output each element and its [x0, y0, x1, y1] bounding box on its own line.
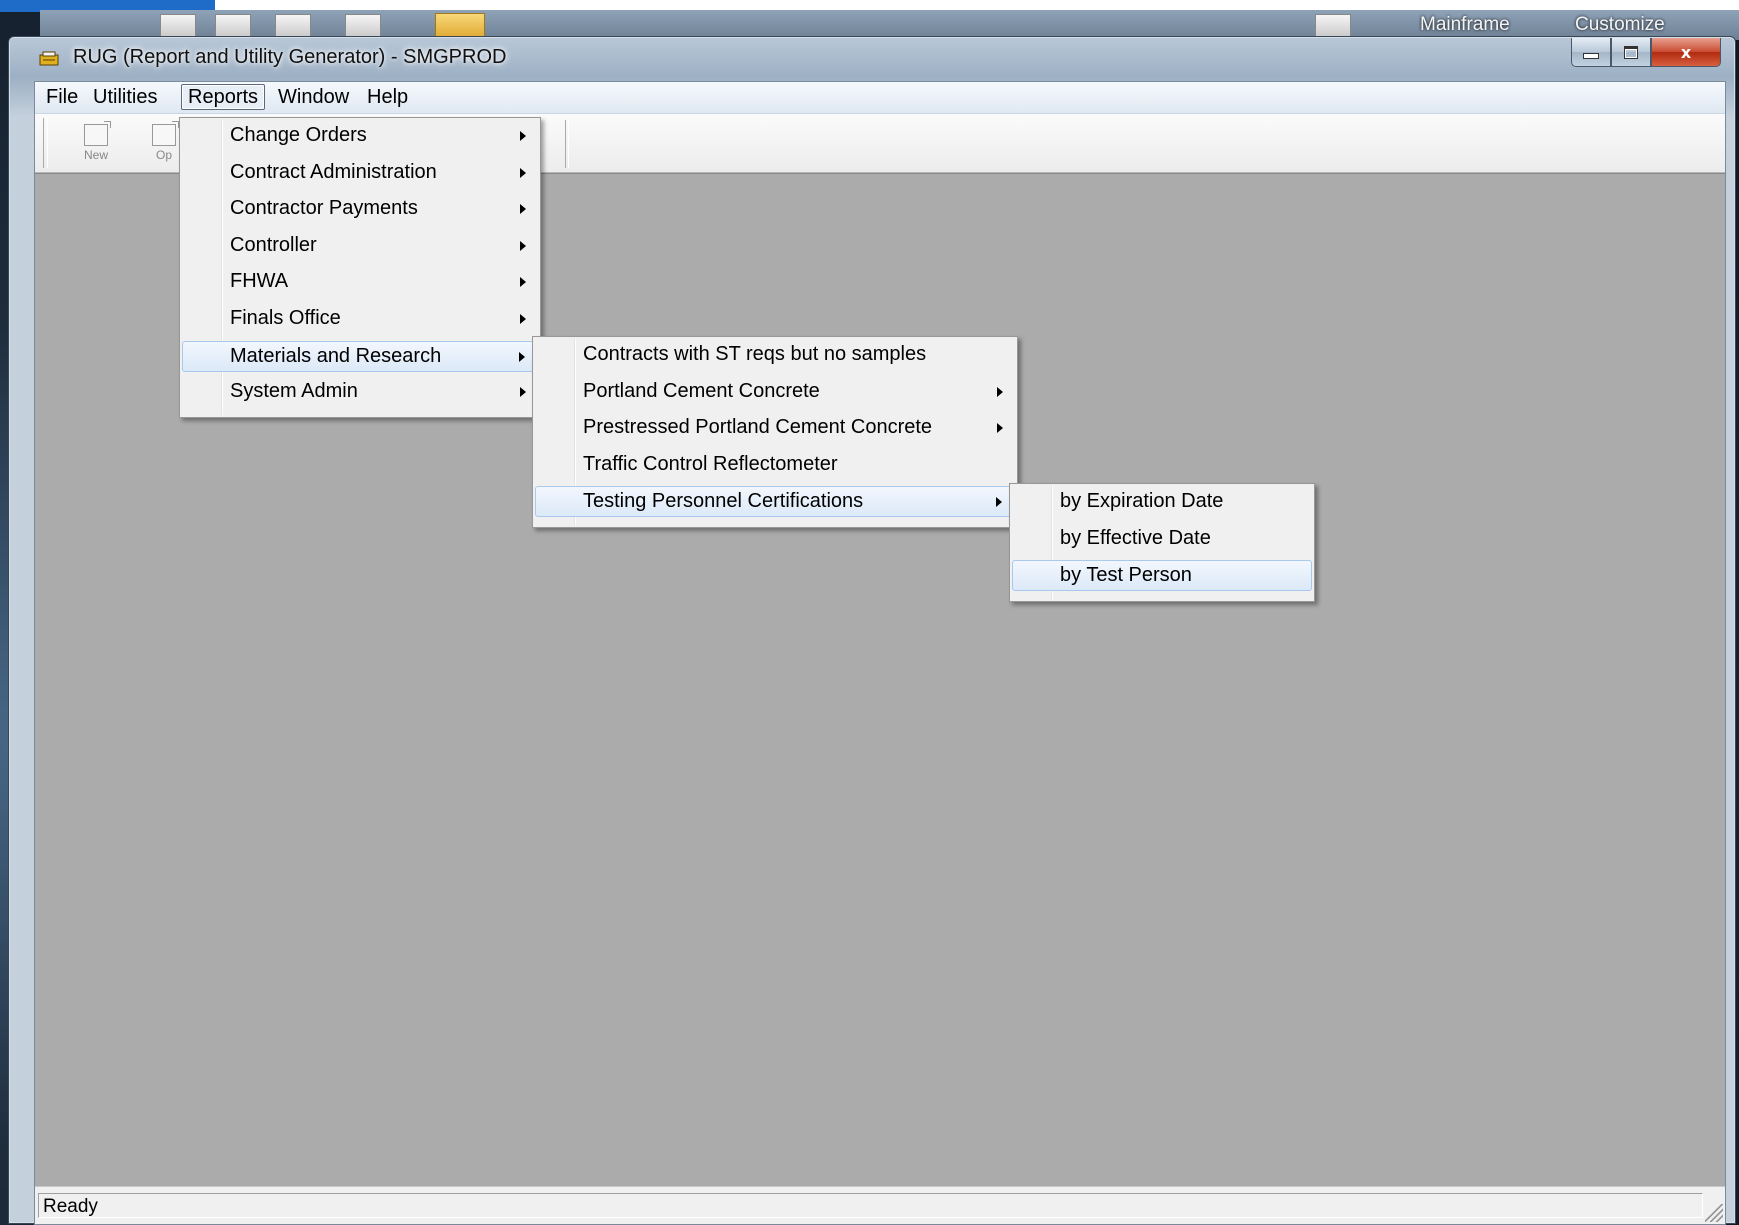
caption-buttons: x — [1571, 38, 1721, 68]
new-document-icon — [84, 121, 111, 146]
reports-menu-item[interactable]: Contractor Payments — [182, 194, 538, 225]
desktop-file-icon[interactable] — [160, 14, 196, 38]
resize-grip-icon[interactable] — [1705, 1204, 1723, 1222]
certifications-menu-item-label: by Expiration Date — [1060, 490, 1224, 512]
minimize-icon — [1583, 53, 1599, 59]
menu-utilities[interactable]: Utilities — [87, 85, 163, 109]
submenu-arrow-icon — [520, 167, 526, 178]
menu-help[interactable]: Help — [361, 85, 414, 109]
materials-menu-item-label: Traffic Control Reflectometer — [583, 452, 838, 475]
menu-window[interactable]: Window — [272, 85, 355, 109]
reports-menu-item-label: Materials and Research — [230, 344, 442, 367]
toolbar-separator — [565, 120, 569, 168]
materials-menu-item[interactable]: Testing Personnel Certifications — [535, 486, 1015, 518]
desktop-top-strip — [0, 0, 1739, 12]
reports-menu-item-label: FHWA — [230, 270, 289, 293]
materials-menu-item-label: Prestressed Portland Cement Concrete — [583, 416, 933, 439]
menu-bar: File Utilities Reports Window Help — [35, 82, 1725, 114]
toolbar-new-button[interactable]: New — [71, 120, 121, 166]
materials-menu-item-label: Contracts with ST reqs but no samples — [583, 343, 927, 365]
reports-menu-item[interactable]: FHWA — [182, 267, 538, 298]
submenu-arrow-icon — [520, 314, 526, 324]
status-bar: Ready — [35, 1186, 1725, 1224]
reports-dropdown: Change Orders Contract Administration Cont… — [179, 117, 541, 418]
menu-reports[interactable]: Reports — [181, 84, 266, 110]
reports-menu-item-label: Contractor Payments — [230, 197, 418, 220]
materials-menu-item-label: Portland Cement Concrete — [583, 379, 820, 402]
desktop-file-icon[interactable] — [345, 14, 381, 38]
materials-menu-item[interactable]: Traffic Control Reflectometer — [535, 450, 1015, 481]
toolbar-grip[interactable] — [43, 118, 48, 168]
certifications-menu-item-label: by Effective Date — [1060, 526, 1211, 549]
menu-file[interactable]: File — [40, 85, 84, 109]
reports-menu-item[interactable]: Contract Administration — [182, 158, 538, 189]
submenu-arrow-icon — [519, 351, 525, 362]
submenu-arrow-icon — [996, 497, 1002, 508]
app-icon — [39, 51, 59, 66]
close-button[interactable]: x — [1651, 38, 1721, 67]
reports-menu-item-label: Controller — [230, 233, 317, 256]
minimize-button[interactable] — [1571, 38, 1611, 67]
materials-research-submenu: Contracts with ST reqs but no samples Por… — [532, 336, 1018, 528]
certifications-menu-item[interactable]: by Expiration Date — [1012, 487, 1312, 518]
open-icon — [152, 121, 179, 146]
maximize-button[interactable] — [1611, 38, 1651, 67]
reports-menu-item[interactable]: Finals Office — [182, 304, 538, 335]
reports-menu-item-label: Contract Administration — [230, 160, 437, 183]
certifications-menu-item-label: by Test Person — [1060, 564, 1192, 587]
certifications-menu-item[interactable]: by Test Person — [1012, 560, 1312, 592]
status-text: Ready — [38, 1193, 1703, 1218]
materials-menu-item-label: Testing Personnel Certifications — [583, 490, 864, 513]
materials-menu-item[interactable]: Contracts with ST reqs but no samples — [535, 340, 1015, 371]
reports-menu-item[interactable]: Materials and Research — [182, 340, 538, 372]
reports-menu-item[interactable]: System Admin — [182, 377, 538, 408]
title-bar[interactable]: RUG (Report and Utility Generator) - SMG… — [9, 37, 1735, 81]
reports-menu-item-label: Finals Office — [230, 307, 341, 329]
submenu-arrow-icon — [520, 131, 526, 141]
desktop-label-mainframe[interactable]: Mainframe — [1420, 14, 1510, 36]
submenu-arrow-icon — [520, 277, 526, 288]
submenu-arrow-icon — [520, 387, 526, 398]
materials-menu-item[interactable]: Portland Cement Concrete — [535, 377, 1015, 408]
toolbar-open-label: Op — [155, 148, 172, 162]
desktop-label-customize[interactable]: Customize — [1575, 14, 1665, 36]
submenu-arrow-icon — [997, 386, 1003, 397]
desktop-file-icon[interactable] — [215, 14, 251, 38]
submenu-arrow-icon — [997, 423, 1003, 434]
submenu-arrow-icon — [520, 204, 526, 215]
reports-menu-item[interactable]: Change Orders — [182, 121, 538, 152]
reports-menu-item[interactable]: Controller — [182, 231, 538, 262]
maximize-icon — [1624, 45, 1638, 59]
submenu-arrow-icon — [520, 240, 526, 251]
materials-menu-item[interactable]: Prestressed Portland Cement Concrete — [535, 413, 1015, 444]
testing-certifications-submenu: by Expiration Date by Effective Date by Te… — [1009, 483, 1315, 602]
desktop-file-icon[interactable] — [1315, 14, 1351, 38]
reports-menu-item-label: System Admin — [230, 380, 358, 403]
close-icon: x — [1680, 42, 1692, 62]
reports-menu-item-label: Change Orders — [230, 124, 367, 146]
desktop-file-icon[interactable] — [275, 14, 311, 38]
toolbar-new-label: New — [83, 148, 108, 162]
window-title: RUG (Report and Utility Generator) - SMG… — [73, 46, 507, 68]
certifications-menu-item[interactable]: by Effective Date — [1012, 524, 1312, 555]
